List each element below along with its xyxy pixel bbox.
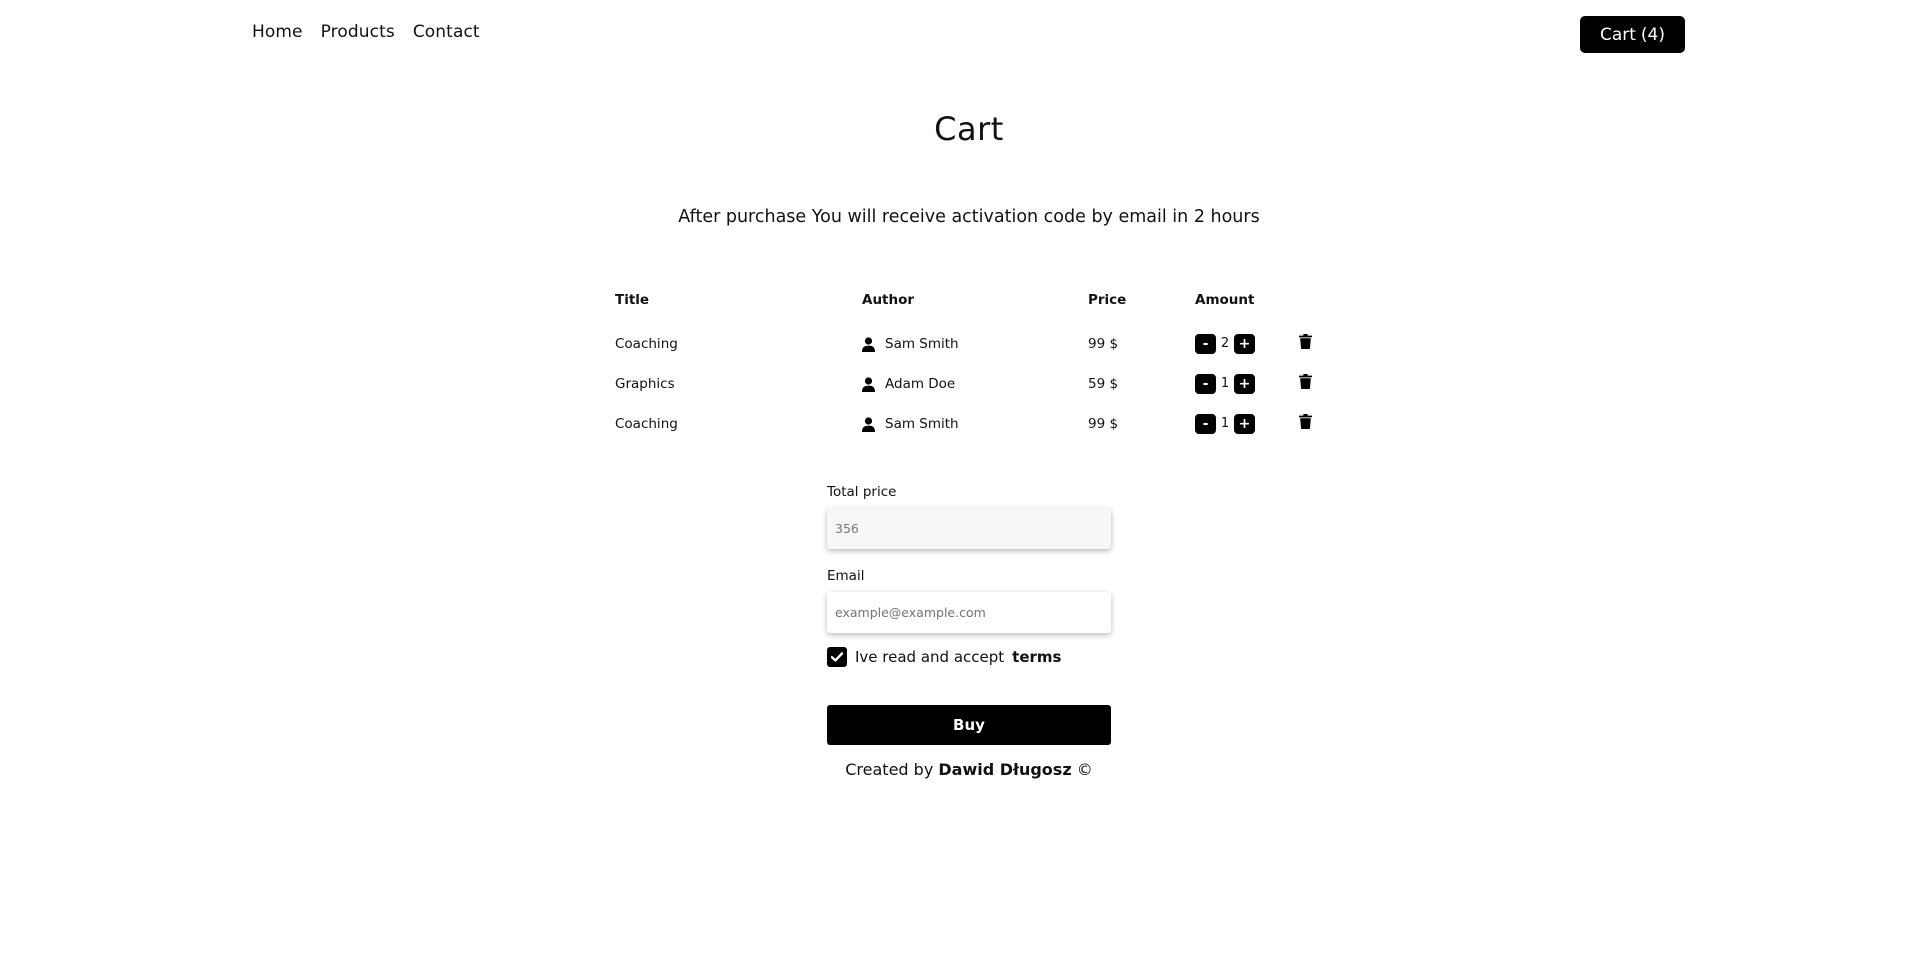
cart-button[interactable]: Cart (4): [1580, 16, 1685, 53]
quantity-stepper: - 2 +: [1195, 334, 1255, 354]
page-subtitle: After purchase You will receive activati…: [678, 207, 1260, 227]
copyright-symbol: ©: [1076, 760, 1093, 779]
quantity-value: 2: [1220, 336, 1230, 351]
item-price: 99 $: [1088, 416, 1119, 432]
trash-icon: [1299, 414, 1312, 432]
footer-prefix: Created by: [845, 760, 934, 779]
increase-quantity-button[interactable]: +: [1234, 334, 1255, 354]
item-author-name: Sam Smith: [885, 416, 959, 432]
item-title: Coaching: [615, 416, 678, 432]
user-icon: [862, 376, 875, 392]
email-label: Email: [827, 568, 865, 584]
total-price-field[interactable]: [827, 508, 1111, 549]
table-row: Coaching Sam Smith 99 $ - 2 +: [615, 322, 1335, 362]
nav-link-home[interactable]: Home: [252, 22, 303, 42]
nav-link-products[interactable]: Products: [321, 22, 395, 42]
checkmark-icon: [830, 648, 844, 666]
item-delete: [1299, 334, 1312, 352]
email-field[interactable]: [827, 592, 1111, 633]
cart-table: Title Author Price Amount Coaching Sam S…: [615, 290, 1335, 442]
table-row: Coaching Sam Smith 99 $ - 1 +: [615, 402, 1335, 442]
quantity-stepper: - 1 +: [1195, 374, 1255, 394]
terms-row: Ive read and accept terms: [827, 647, 1111, 667]
terms-checkbox[interactable]: [827, 647, 847, 667]
footer-author: Dawid Długosz: [938, 760, 1072, 779]
table-header: Title Author Price Amount: [615, 290, 1335, 322]
quantity-value: 1: [1220, 416, 1230, 431]
quantity-stepper: - 1 +: [1195, 414, 1255, 434]
buy-button[interactable]: Buy: [827, 705, 1111, 745]
cart-count: (4): [1640, 24, 1666, 45]
user-icon: [862, 416, 875, 432]
total-price-label: Total price: [827, 484, 897, 500]
increase-quantity-button[interactable]: +: [1234, 374, 1255, 394]
item-title: Coaching: [615, 336, 678, 352]
column-header-amount: Amount: [1195, 292, 1255, 308]
item-delete: [1299, 414, 1312, 432]
quantity-value: 1: [1220, 376, 1230, 391]
column-header-price: Price: [1088, 292, 1127, 308]
terms-link[interactable]: terms: [1012, 648, 1061, 666]
decrease-quantity-button[interactable]: -: [1195, 334, 1216, 354]
column-header-author: Author: [862, 292, 915, 308]
delete-item-button[interactable]: [1299, 374, 1312, 392]
checkout-form: Total price Email Ive read and accept te…: [827, 484, 1111, 745]
trash-icon: [1299, 374, 1312, 392]
decrease-quantity-button[interactable]: -: [1195, 374, 1216, 394]
item-delete: [1299, 374, 1312, 392]
item-title: Graphics: [615, 376, 675, 392]
item-author-name: Adam Doe: [885, 376, 956, 392]
user-icon: [862, 336, 875, 352]
item-author: Adam Doe: [862, 374, 955, 394]
delete-item-button[interactable]: [1299, 334, 1312, 352]
item-author-name: Sam Smith: [885, 336, 959, 352]
decrease-quantity-button[interactable]: -: [1195, 414, 1216, 434]
item-price: 99 $: [1088, 336, 1119, 352]
terms-text: Ive read and accept: [855, 648, 1005, 666]
column-header-title: Title: [615, 292, 650, 308]
increase-quantity-button[interactable]: +: [1234, 414, 1255, 434]
item-price: 59 $: [1088, 376, 1119, 392]
trash-icon: [1299, 334, 1312, 352]
nav-link-contact[interactable]: Contact: [413, 22, 480, 42]
nav-links: Home Products Contact: [252, 22, 480, 42]
page-title: Cart: [934, 110, 1004, 148]
cart-button-label: Cart: [1599, 24, 1636, 45]
table-row: Graphics Adam Doe 59 $ - 1 +: [615, 362, 1335, 402]
top-navbar: Home Products Contact Cart (4): [0, 0, 1920, 68]
footer: Created by Dawid Długosz ©: [0, 760, 1920, 779]
delete-item-button[interactable]: [1299, 414, 1312, 432]
item-author: Sam Smith: [862, 334, 959, 354]
item-author: Sam Smith: [862, 414, 959, 434]
